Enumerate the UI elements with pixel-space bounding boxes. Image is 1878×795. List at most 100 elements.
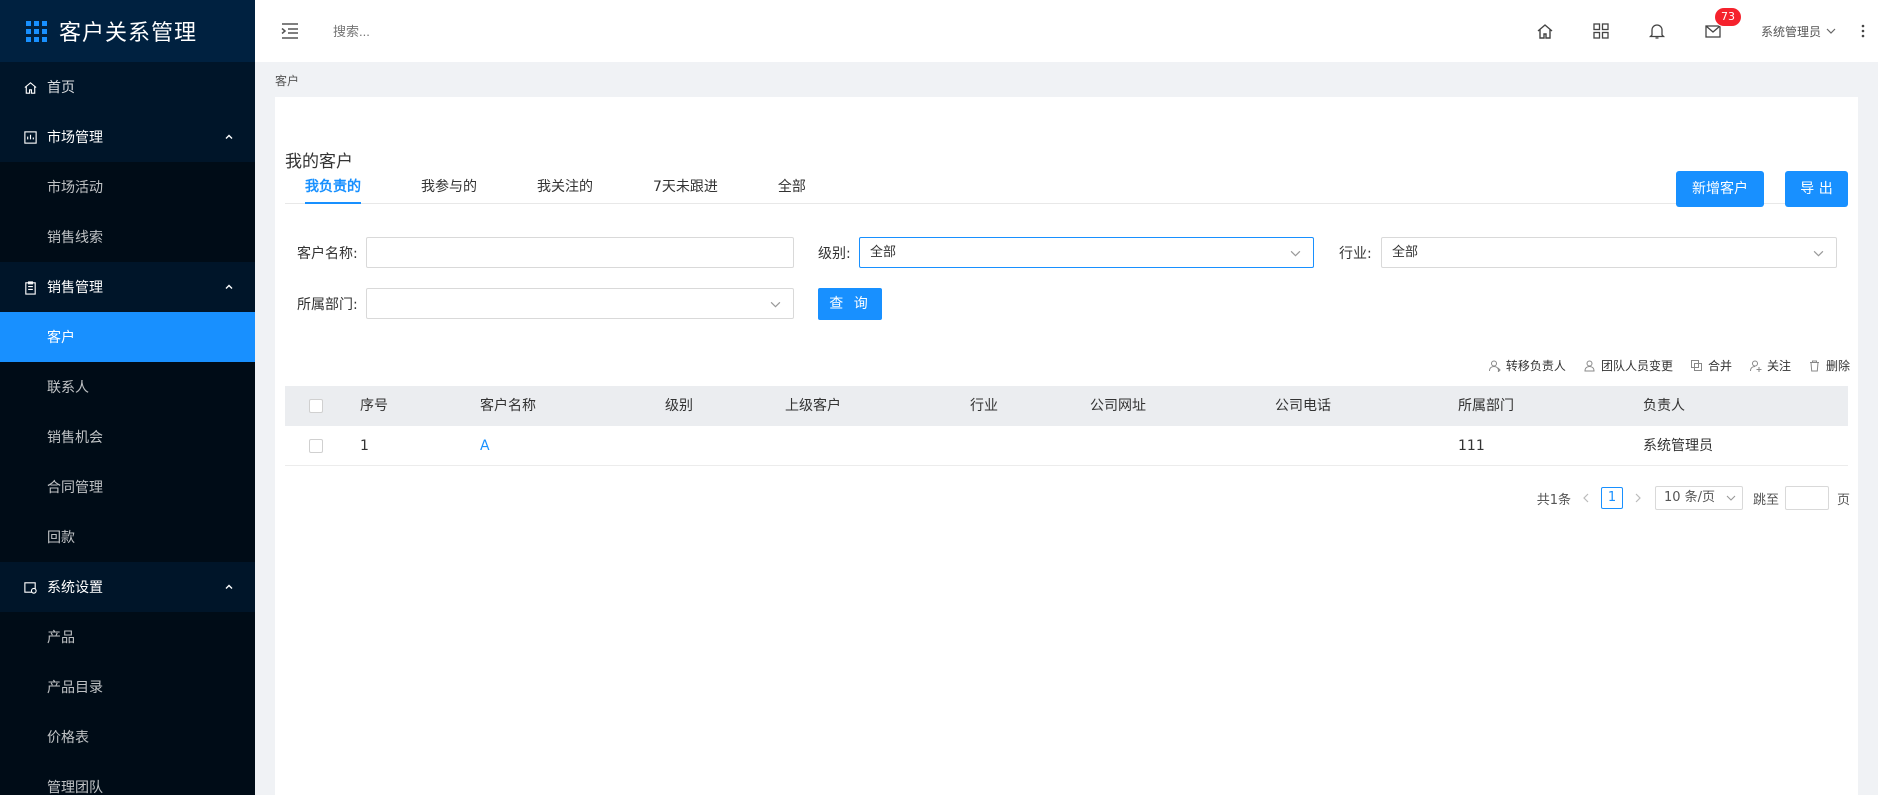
page-size-value: 10 条/页 xyxy=(1663,490,1716,505)
sidebar-item-10[interactable]: 系统设置 xyxy=(0,562,255,612)
industry-label: 行业: xyxy=(1339,246,1372,262)
sidebar-menu: 首页市场管理市场活动销售线索销售管理客户联系人销售机会合同管理回款 系统设置产品产… xyxy=(0,62,255,795)
sidebar-item-8[interactable]: 合同管理 xyxy=(0,462,255,512)
next-page-icon[interactable] xyxy=(1631,491,1645,505)
sidebar-item-11[interactable]: 产品 xyxy=(0,612,255,662)
market-icon xyxy=(22,129,38,145)
chevron-down-icon xyxy=(1726,495,1736,501)
tab-2[interactable]: 我关注的 xyxy=(517,170,613,204)
messages-button[interactable]: 73 xyxy=(1685,0,1741,62)
department-select[interactable] xyxy=(366,288,794,319)
goto-page-input[interactable] xyxy=(1784,486,1829,510)
more-button[interactable] xyxy=(1848,0,1878,62)
sidebar-item-3[interactable]: 销售线索 xyxy=(0,212,255,262)
column-header[interactable]: 所属部门 xyxy=(1458,386,1514,426)
sidebar-item-14[interactable]: 管理团队 xyxy=(0,762,255,795)
column-header[interactable]: 行业 xyxy=(970,386,998,426)
follow-action[interactable]: 关注 xyxy=(1749,357,1791,374)
delete-action[interactable]: 删除 xyxy=(1808,357,1850,374)
team-change-action[interactable]: 团队人员变更 xyxy=(1583,357,1673,374)
select-all-checkbox[interactable] xyxy=(309,399,323,413)
more-vertical-icon xyxy=(1861,24,1865,38)
follow-label: 关注 xyxy=(1766,359,1791,373)
sidebar-item-6[interactable]: 联系人 xyxy=(0,362,255,412)
industry-select[interactable]: 全部 xyxy=(1381,237,1837,268)
breadcrumb[interactable]: 客户 xyxy=(275,72,299,89)
home-button[interactable] xyxy=(1517,0,1573,62)
page-number-current[interactable]: 1 xyxy=(1600,487,1623,509)
delete-icon xyxy=(1809,360,1819,372)
sidebar-item-label: 管理团队 xyxy=(47,780,103,795)
column-header[interactable]: 上级客户 xyxy=(785,386,841,426)
settings-icon xyxy=(22,579,38,595)
transfer-owner-icon xyxy=(1488,360,1501,372)
apps-grid-icon xyxy=(1593,23,1609,39)
tab-1[interactable]: 我参与的 xyxy=(401,170,497,204)
column-header[interactable]: 负责人 xyxy=(1643,386,1685,426)
grid-logo-icon xyxy=(26,20,47,42)
table-row[interactable]: 1 A 111 系统管理员 xyxy=(285,426,1848,466)
sidebar-item-5[interactable]: 客户 xyxy=(0,312,255,362)
apps-button[interactable] xyxy=(1573,0,1629,62)
export-button[interactable]: 导 出 xyxy=(1785,171,1848,207)
tab-0[interactable]: 我负责的 xyxy=(305,170,361,204)
user-menu[interactable]: 系统管理员 xyxy=(1761,23,1836,40)
chevron-down-icon xyxy=(1290,250,1301,257)
sidebar-item-label: 销售线索 xyxy=(47,230,103,246)
sidebar-item-label: 市场管理 xyxy=(47,130,103,146)
menu-fold-icon[interactable] xyxy=(279,20,301,42)
transfer-owner-label: 转移负责人 xyxy=(1505,359,1566,373)
level-label: 级别: xyxy=(818,246,851,262)
clipboard-icon xyxy=(22,279,38,295)
customer-tabs: 我负责的 我参与的 我关注的 7天未跟进 全部 xyxy=(285,170,1848,204)
column-header[interactable]: 序号 xyxy=(360,386,388,426)
team-change-label: 团队人员变更 xyxy=(1600,359,1673,373)
sidebar-item-1[interactable]: 市场管理 xyxy=(0,112,255,162)
sidebar-item-label: 合同管理 xyxy=(47,480,103,496)
column-header[interactable]: 公司电话 xyxy=(1275,386,1331,426)
app-logo[interactable]: 客户关系管理 xyxy=(0,0,255,62)
level-select-value: 全部 xyxy=(870,245,897,260)
delete-label: 删除 xyxy=(1825,359,1850,373)
industry-select-value: 全部 xyxy=(1392,245,1419,260)
column-header[interactable]: 公司网址 xyxy=(1090,386,1146,426)
chevron-up-icon xyxy=(225,284,233,289)
sidebar-item-9[interactable]: 回款 xyxy=(0,512,255,562)
cell-name[interactable]: A xyxy=(480,426,490,466)
customer-name-input[interactable] xyxy=(366,237,794,268)
sidebar-item-12[interactable]: 产品目录 xyxy=(0,662,255,712)
search-input[interactable] xyxy=(333,23,633,39)
prev-page-icon[interactable] xyxy=(1579,491,1593,505)
sidebar-item-label: 产品 xyxy=(47,630,75,646)
tab-3[interactable]: 7天未跟进 xyxy=(633,170,738,204)
sidebar-item-label: 联系人 xyxy=(47,380,89,396)
team-change-icon xyxy=(1584,360,1595,372)
sidebar-item-13[interactable]: 价格表 xyxy=(0,712,255,762)
page-title: 我的客户 xyxy=(285,152,353,172)
sidebar-item-4[interactable]: 销售管理 xyxy=(0,262,255,312)
user-name: 系统管理员 xyxy=(1760,24,1821,39)
level-select[interactable]: 全部 xyxy=(859,237,1314,268)
follow-icon xyxy=(1749,360,1762,372)
notifications-button[interactable] xyxy=(1629,0,1685,62)
column-header[interactable]: 客户名称 xyxy=(480,386,536,426)
merge-action[interactable]: 合并 xyxy=(1690,357,1732,374)
page-size-select[interactable]: 10 条/页 xyxy=(1654,486,1743,510)
department-label: 所属部门: xyxy=(297,297,358,313)
add-customer-button[interactable]: 新增客户 xyxy=(1676,171,1764,207)
table-actions: 转移负责人 团队人员变更 合并 关注 删除 xyxy=(1471,357,1850,374)
column-header[interactable]: 级别 xyxy=(665,386,693,426)
row-checkbox[interactable] xyxy=(309,439,323,453)
sidebar-item-label: 销售机会 xyxy=(47,430,103,446)
sidebar-item-7[interactable]: 销售机会 xyxy=(0,412,255,462)
tab-4[interactable]: 全部 xyxy=(758,170,826,204)
merge-icon xyxy=(1690,360,1702,371)
sidebar-item-2[interactable]: 市场活动 xyxy=(0,162,255,212)
sidebar-item-0[interactable]: 首页 xyxy=(0,62,255,112)
sidebar-item-label: 销售管理 xyxy=(47,280,103,296)
cell-owner: 系统管理员 xyxy=(1643,438,1713,454)
message-count-badge: 73 xyxy=(1714,8,1741,26)
query-button[interactable]: 查 询 xyxy=(818,288,882,320)
transfer-owner-action[interactable]: 转移负责人 xyxy=(1488,357,1566,374)
goto-label: 跳至 xyxy=(1752,492,1779,508)
